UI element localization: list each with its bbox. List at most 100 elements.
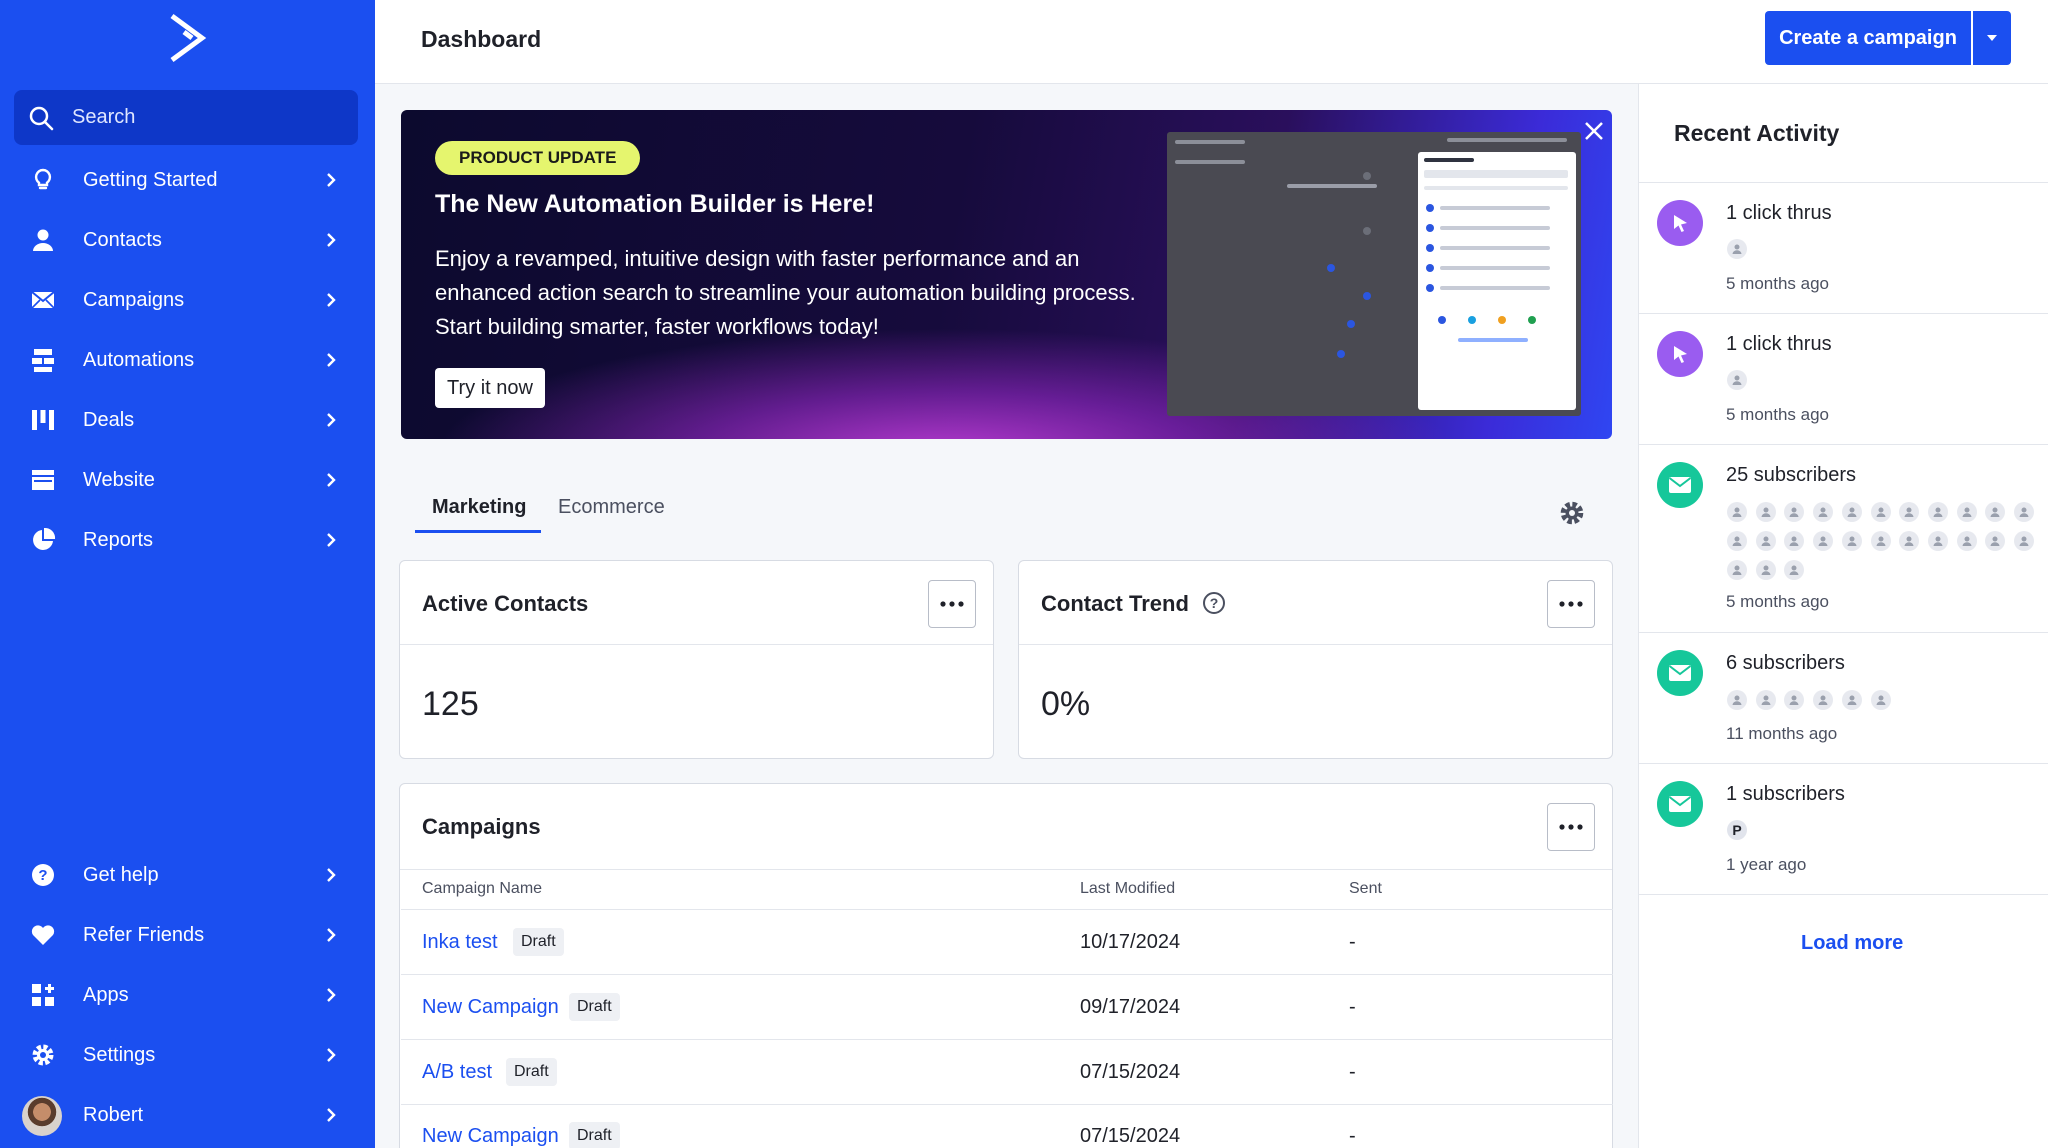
add-action-panel (1418, 152, 1576, 410)
help-circle-icon[interactable]: ? (1202, 591, 1226, 615)
contact-avatar[interactable] (1727, 531, 1747, 551)
banner-body: Enjoy a revamped, intuitive design with … (435, 246, 1136, 339)
sidebar-item-campaigns[interactable]: Campaigns (0, 272, 375, 328)
search-box[interactable] (14, 90, 358, 145)
contact-avatar[interactable] (1755, 531, 1776, 551)
contact-avatar[interactable] (1927, 531, 1948, 551)
campaign-name-link[interactable]: New Campaign (422, 996, 559, 1019)
status-badge: Draft (569, 993, 620, 1021)
more-horizontal-icon (1559, 824, 1583, 830)
contact-avatar[interactable] (1870, 531, 1891, 551)
activity-label[interactable]: 1 subscribers (1726, 783, 1845, 806)
contact-avatar[interactable] (2014, 502, 2034, 522)
envelope-icon (1657, 781, 1703, 827)
card-title: Contact Trend (1041, 591, 1189, 616)
sidebar-item-label: Deals (83, 408, 135, 431)
create-campaign-dropdown-button[interactable] (1973, 11, 2011, 65)
sidebar-item-label: Website (83, 468, 155, 491)
contact-avatar[interactable] (1755, 560, 1776, 580)
chevron-right-icon (327, 1108, 336, 1122)
gear-icon[interactable] (1558, 499, 1586, 527)
sidebar-item-refer-friends[interactable]: Refer Friends (0, 907, 375, 963)
campaign-name-link[interactable]: Inka test (422, 931, 498, 954)
contact-avatar[interactable] (1899, 531, 1920, 551)
contact-avatar[interactable] (1755, 502, 1776, 522)
load-more-button[interactable]: Load more (1801, 932, 1903, 955)
contact-avatar[interactable] (1727, 370, 1747, 390)
avatar[interactable] (22, 1096, 62, 1136)
contact-avatar[interactable] (1813, 531, 1834, 551)
sidebar-item-get-help[interactable]: ? Get help (0, 847, 375, 903)
contact-avatar[interactable] (1813, 690, 1834, 710)
contact-avatar[interactable] (1784, 502, 1805, 522)
chevron-right-icon (327, 868, 336, 882)
deals-board-icon (29, 406, 57, 434)
contact-avatar[interactable] (1784, 560, 1805, 580)
envelope-icon (1657, 462, 1703, 508)
chevron-right-icon (327, 1048, 336, 1062)
tab-marketing[interactable]: Marketing (432, 496, 526, 519)
contact-avatar[interactable] (1985, 502, 2006, 522)
contact-avatar[interactable] (1956, 502, 1977, 522)
campaign-name-link[interactable]: New Campaign (422, 1125, 559, 1148)
more-options-button[interactable] (1547, 803, 1595, 851)
activity-label[interactable]: 1 click thrus (1726, 202, 1832, 225)
more-horizontal-icon (1559, 601, 1583, 607)
activity-label[interactable]: 6 subscribers (1726, 652, 1845, 675)
sidebar-item-automations[interactable]: Automations (0, 332, 375, 388)
contact-avatar[interactable] (1727, 690, 1747, 710)
contact-avatar[interactable] (1841, 531, 1862, 551)
contact-avatar[interactable]: P (1727, 820, 1747, 840)
column-header-sent[interactable]: Sent (1349, 880, 1382, 898)
more-options-button[interactable] (1547, 580, 1595, 628)
header: Dashboard Create a campaign (375, 0, 2048, 84)
activity-label[interactable]: 1 click thrus (1726, 333, 1832, 356)
activity-label[interactable]: 25 subscribers (1726, 464, 1856, 487)
sidebar-item-getting-started[interactable]: Getting Started (0, 152, 375, 208)
last-modified-cell: 10/17/2024 (1080, 931, 1181, 953)
contact-avatar[interactable] (1841, 690, 1862, 710)
search-input[interactable] (72, 106, 342, 129)
try-it-now-button[interactable]: Try it now (435, 368, 545, 408)
contact-avatar[interactable] (1927, 502, 1948, 522)
contact-avatar[interactable] (1899, 502, 1920, 522)
contact-trend-card: Contact Trend ? 0% (1018, 560, 1613, 759)
chevron-right-icon (327, 413, 336, 427)
sidebar-item-reports[interactable]: Reports (0, 512, 375, 568)
status-badge: Draft (513, 928, 564, 956)
tab-ecommerce[interactable]: Ecommerce (558, 496, 665, 519)
contact-avatar[interactable] (1870, 690, 1891, 710)
lightbulb-icon (29, 166, 57, 194)
contact-avatar[interactable] (1813, 502, 1834, 522)
contact-avatar[interactable] (1727, 560, 1747, 580)
column-header-last-modified[interactable]: Last Modified (1080, 880, 1175, 898)
contact-avatar[interactable] (1956, 531, 1977, 551)
svg-text:?: ? (38, 867, 47, 884)
contact-avatar[interactable] (1784, 690, 1805, 710)
contact-avatar[interactable] (1784, 531, 1805, 551)
campaign-name-link[interactable]: A/B test (422, 1061, 492, 1084)
more-options-button[interactable] (928, 580, 976, 628)
card-title: Active Contacts (422, 591, 589, 616)
activity-divider (1639, 894, 2048, 895)
caret-down-icon (1987, 35, 1997, 41)
contact-avatar[interactable] (1870, 502, 1891, 522)
close-icon[interactable] (1581, 118, 1607, 144)
create-campaign-button[interactable]: Create a campaign (1765, 11, 1971, 65)
contact-avatar[interactable] (1985, 531, 2006, 551)
sidebar-item-website[interactable]: Website (0, 452, 375, 508)
column-header-campaign-name[interactable]: Campaign Name (422, 880, 542, 898)
sidebar-item-settings[interactable]: Settings (0, 1027, 375, 1083)
sidebar-item-contacts[interactable]: Contacts (0, 212, 375, 268)
sidebar-item-label: Refer Friends (83, 923, 205, 946)
sidebar-item-apps[interactable]: Apps (0, 967, 375, 1023)
campaigns-card: Campaigns (399, 783, 1613, 1148)
contact-avatar[interactable] (1727, 502, 1747, 522)
contact-avatar[interactable] (1841, 502, 1862, 522)
activecampaign-logo[interactable] (168, 12, 208, 64)
contact-avatar[interactable] (1755, 690, 1776, 710)
activity-time: 1 year ago (1726, 855, 1807, 874)
contact-avatar[interactable] (2014, 531, 2034, 551)
sidebar-item-deals[interactable]: Deals (0, 392, 375, 448)
contact-avatar[interactable] (1727, 239, 1747, 259)
